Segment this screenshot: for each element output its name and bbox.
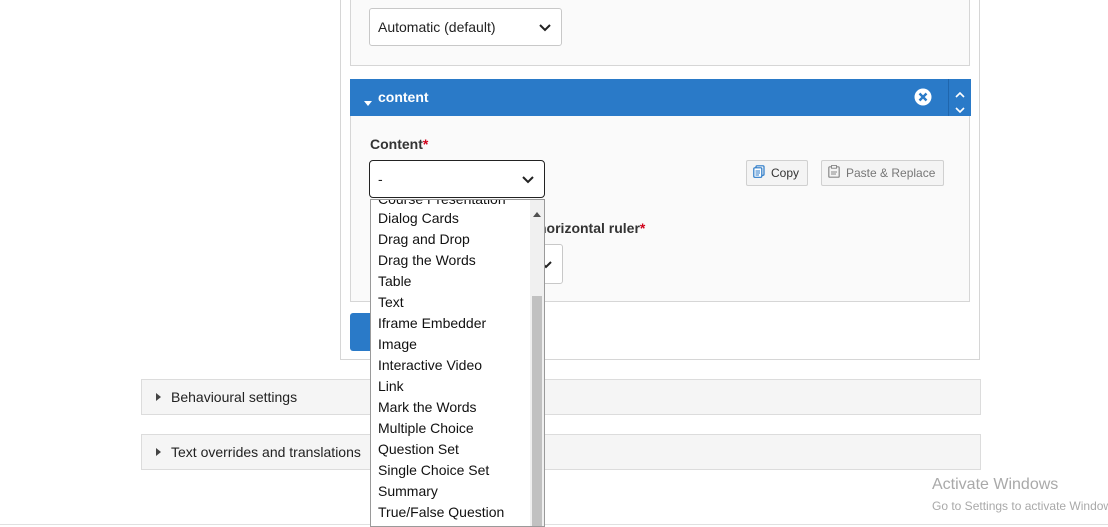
hr-required-mark: *	[639, 220, 646, 236]
activate-windows-subtitle: Go to Settings to activate Windows.	[932, 499, 1108, 513]
behavioural-settings-label: Behavioural settings	[171, 389, 298, 405]
expand-triangle-icon	[156, 448, 161, 456]
collapse-triangle-icon	[364, 94, 372, 110]
paste-label: Paste & Replace	[846, 166, 936, 180]
remove-icon[interactable]	[914, 88, 932, 109]
dropdown-option[interactable]: Table	[378, 271, 411, 292]
scroll-up-arrow-icon[interactable]	[533, 204, 541, 222]
dropdown-option[interactable]: Link	[378, 376, 404, 397]
copy-label: Copy	[771, 166, 800, 180]
content-label-text: Content	[370, 136, 423, 152]
layout-select-value: Automatic (default)	[378, 19, 496, 35]
content-type-dropdown-list[interactable]: Course Presentation Dialog Cards Drag an…	[370, 199, 545, 527]
dropdown-option[interactable]: Dialog Cards	[378, 208, 459, 229]
paste-replace-button[interactable]: Paste & Replace	[821, 160, 945, 186]
dropdown-option[interactable]: Image	[378, 334, 417, 355]
text-overrides-label: Text overrides and translations	[171, 444, 361, 460]
content-field-label: Content*	[370, 136, 428, 152]
content-type-select[interactable]: -	[369, 160, 545, 198]
copy-icon	[753, 165, 765, 181]
content-group-title: content	[378, 89, 429, 105]
required-mark: *	[422, 136, 429, 152]
paste-icon	[828, 165, 840, 181]
dropdown-scrollbar[interactable]	[530, 200, 544, 526]
dropdown-option[interactable]: Iframe Embedder	[378, 313, 486, 334]
hr-label-text: horizontal ruler	[538, 220, 640, 236]
dropdown-option[interactable]: Drag the Words	[378, 250, 476, 271]
dropdown-option[interactable]: Interactive Video	[378, 355, 482, 376]
chevron-down-icon	[522, 171, 534, 187]
chevron-down-icon	[539, 19, 551, 35]
dropdown-option[interactable]: Text	[378, 292, 404, 313]
dropdown-option[interactable]: Single Choice Set	[378, 460, 489, 481]
dropdown-option[interactable]: Multiple Choice	[378, 418, 474, 439]
dropdown-option[interactable]: Drag and Drop	[378, 229, 470, 250]
expand-triangle-icon	[156, 393, 161, 401]
dropdown-option[interactable]: True/False Question	[378, 502, 504, 523]
dropdown-option[interactable]: Question Set	[378, 439, 459, 460]
dropdown-option[interactable]: Summary	[378, 481, 438, 502]
behavioural-settings-section[interactable]: Behavioural settings	[141, 379, 981, 415]
dropdown-scroll-thumb[interactable]	[532, 296, 542, 526]
layout-select[interactable]: Automatic (default)	[369, 8, 562, 46]
content-group-header[interactable]: content	[350, 79, 970, 116]
content-select-value: -	[378, 171, 383, 187]
copy-button[interactable]: Copy	[746, 160, 809, 186]
hr-field-label: horizontal ruler*	[538, 220, 645, 236]
reorder-controls	[948, 79, 971, 116]
text-overrides-section[interactable]: Text overrides and translations	[141, 434, 981, 470]
bottom-divider	[0, 524, 1108, 525]
dropdown-option[interactable]: Mark the Words	[378, 397, 477, 418]
activate-windows-title: Activate Windows	[932, 476, 1059, 493]
